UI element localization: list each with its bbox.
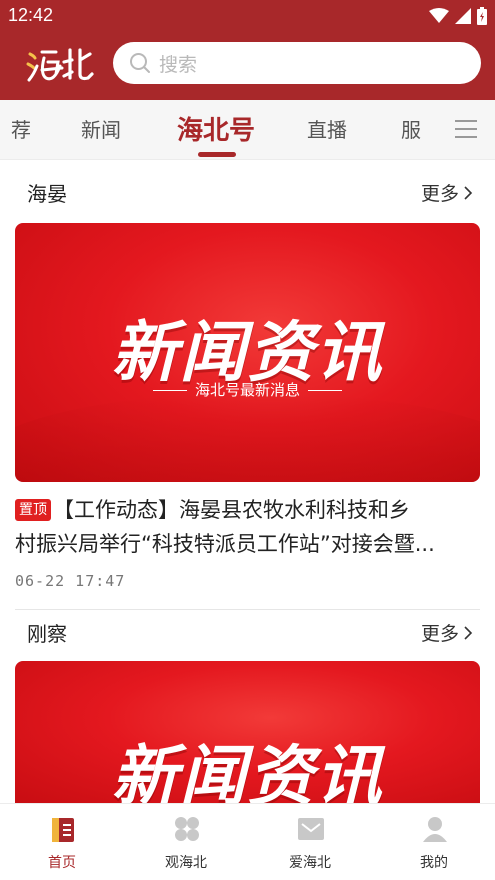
- news-banner-image[interactable]: 新闻资讯: [15, 661, 480, 803]
- status-icons: [429, 7, 487, 25]
- app-header: 12:42 搜索: [0, 0, 495, 100]
- tab-service[interactable]: 服: [401, 114, 421, 143]
- tab-recommend[interactable]: 荐: [11, 114, 31, 143]
- news-banner-image[interactable]: 新闻资讯 海北号最新消息: [15, 223, 480, 482]
- haibei-logo-icon: [26, 48, 94, 82]
- nav-label: 首页: [48, 855, 76, 871]
- status-time: 12:42: [8, 5, 54, 25]
- profile-icon: [423, 817, 447, 842]
- section-title: 海晏: [27, 182, 67, 206]
- banner-wave: [15, 393, 480, 482]
- app-logo: [26, 44, 98, 86]
- active-tab-indicator: [198, 152, 236, 157]
- nav-profile[interactable]: 我的: [372, 804, 495, 880]
- search-placeholder: 搜索: [159, 53, 198, 76]
- article-title[interactable]: 置顶 【工作动态】海晏县农牧水利科技和乡 村振兴局举行“科技特派员工作站”对接会暨…: [15, 493, 480, 561]
- signal-icon: [455, 8, 471, 24]
- nav-label: 爱海北: [289, 855, 331, 871]
- love-icon: [298, 818, 324, 840]
- wifi-icon: [429, 8, 449, 23]
- nav-label: 观海北: [165, 855, 207, 871]
- pinned-badge: 置顶: [15, 499, 51, 521]
- more-link[interactable]: 更多: [421, 619, 473, 646]
- nav-label: 我的: [420, 855, 448, 871]
- nav-watch[interactable]: 观海北: [124, 804, 248, 880]
- nav-home[interactable]: 首页: [0, 804, 124, 880]
- more-label: 更多: [420, 623, 459, 645]
- tab-news[interactable]: 新闻: [81, 114, 121, 143]
- tab-haibei-hao[interactable]: 海北号: [177, 110, 255, 147]
- section-header-haiyan: 海晏 更多: [0, 170, 495, 214]
- section-title: 刚察: [27, 622, 67, 646]
- home-icon: [52, 818, 74, 842]
- chevron-right-icon: [464, 185, 473, 200]
- article-timestamp: 06-22 17:47: [15, 572, 126, 590]
- article-title-line2: 村振兴局举行“科技特派员工作站”对接会暨...: [15, 532, 435, 556]
- nav-love[interactable]: 爱海北: [248, 804, 372, 880]
- banner-subtitle: 海北号最新消息: [194, 381, 300, 399]
- more-label: 更多: [420, 183, 459, 205]
- status-bar: 12:42: [0, 0, 495, 32]
- battery-icon: [477, 7, 487, 25]
- more-link[interactable]: 更多: [421, 179, 473, 206]
- tab-live[interactable]: 直播: [307, 114, 347, 143]
- channel-menu-icon[interactable]: [455, 120, 477, 140]
- banner-subtitle-row: 海北号最新消息: [15, 379, 480, 400]
- chevron-right-icon: [464, 625, 473, 640]
- banner-headline: 新闻资讯: [111, 738, 384, 803]
- article-title-line1: 【工作动态】海晏县农牧水利科技和乡: [53, 498, 410, 522]
- channel-tabs: 荐 新闻 海北号 直播 服: [0, 100, 495, 160]
- bottom-navigation: 首页 观海北 爱海北 我的: [0, 803, 495, 880]
- section-header-gangcha: 刚察 更多: [0, 610, 495, 654]
- search-icon: [130, 53, 150, 73]
- search-bar[interactable]: 搜索: [113, 42, 481, 84]
- watch-icon: [175, 817, 199, 841]
